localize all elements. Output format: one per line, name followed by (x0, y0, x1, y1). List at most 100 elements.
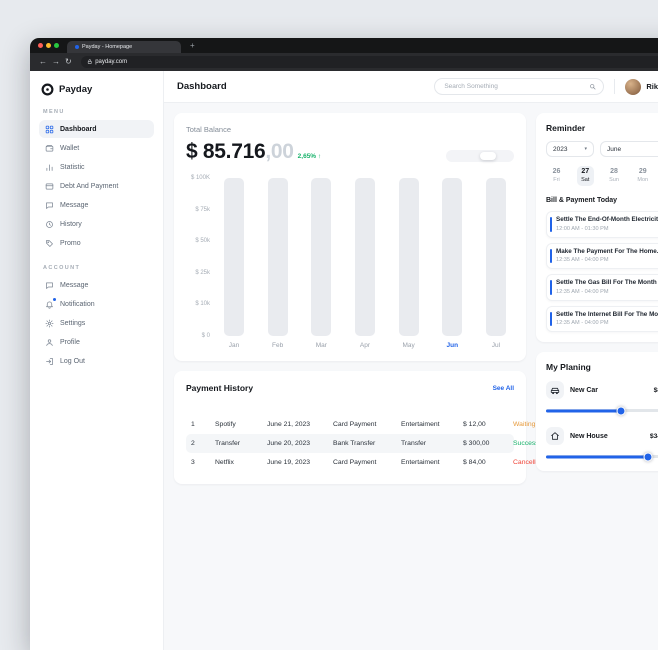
slider-fill (546, 455, 648, 458)
cell-no: 1 (191, 421, 215, 428)
cell-method: Bank Transfer (333, 440, 401, 447)
sidebar-item-debt-and-payment[interactable]: Debt And Payment (39, 177, 154, 195)
chevron-down-icon: ▾ (584, 146, 587, 152)
year-select[interactable]: 2023 ▾ (546, 141, 594, 157)
x-axis-label-jun: Jun (442, 342, 462, 349)
y-axis-tick: $ 75k (195, 207, 210, 213)
wallet-icon (45, 144, 54, 153)
sidebar-item-dashboard[interactable]: Dashboard (39, 120, 154, 138)
bar-column-may[interactable] (399, 178, 419, 336)
slider-fill (546, 409, 621, 412)
bar-column-mar[interactable] (311, 178, 331, 336)
tag-icon (45, 239, 54, 248)
bill-accent-bar (550, 312, 552, 327)
bar-column-apr[interactable] (355, 178, 375, 336)
sidebar-item-profile[interactable]: Profile (39, 333, 154, 351)
reload-icon[interactable]: ↻ (65, 58, 72, 66)
cell-method: Card Payment (333, 459, 401, 466)
range-option-yearly[interactable] (496, 152, 512, 160)
cell-amount: $ 84,00 (463, 459, 513, 466)
balance-change-badge: 2,65% ↑ (298, 153, 322, 160)
stats-icon (45, 163, 54, 172)
bill-item[interactable]: Settle The Gas Bill For The Month 12:35 … (546, 274, 658, 301)
browser-window: Payday - Homepage + ← → ↻ payday.com ☆ P… (30, 38, 658, 650)
forward-icon[interactable]: → (52, 58, 60, 66)
sidebar-item-history[interactable]: History (39, 215, 154, 233)
y-axis: $ 100K$ 75k$ 50k$ 25k$ 10k$ 0 (186, 178, 216, 336)
sidebar-item-log-out[interactable]: Log Out (39, 352, 154, 370)
app-logo-text: Payday (59, 84, 92, 95)
zoom-window-button[interactable] (54, 43, 59, 48)
back-icon[interactable]: ← (39, 58, 47, 66)
y-axis-tick: $ 100K (191, 175, 210, 181)
month-select-value: June (607, 146, 621, 153)
user-name[interactable]: Rik (646, 82, 658, 91)
balance-amount-main: $ 85.716 (186, 140, 265, 164)
balance-bar-chart: $ 100K$ 75k$ 50k$ 25k$ 10k$ 0 JanFebMarA… (186, 178, 514, 349)
new-tab-button[interactable]: + (190, 42, 195, 50)
progress-slider[interactable] (546, 406, 658, 415)
search-icon[interactable] (589, 83, 596, 90)
cell-status: Success (513, 440, 539, 447)
close-window-button[interactable] (38, 43, 43, 48)
sidebar-item-notification[interactable]: Notification (39, 295, 154, 313)
url-bar[interactable]: payday.com (81, 56, 658, 68)
grid-icon (45, 125, 54, 134)
divider (614, 79, 615, 94)
sidebar-item-promo[interactable]: Promo (39, 234, 154, 252)
balance-amount-cents: ,00 (265, 140, 293, 164)
bar-column-feb[interactable] (268, 178, 288, 336)
sidebar-item-message[interactable]: Message (39, 196, 154, 214)
calendar-day-26[interactable]: 26 Fri (548, 166, 565, 186)
sidebar-item-statistic[interactable]: Statistic (39, 158, 154, 176)
progress-slider[interactable] (546, 452, 658, 461)
bar-column-jan[interactable] (224, 178, 244, 336)
tab-title: Payday - Homepage (82, 44, 132, 50)
slider-knob[interactable] (616, 406, 625, 415)
calendar-day-28[interactable]: 28 Sun (606, 166, 623, 186)
cell-type: Entertaiment (401, 421, 463, 428)
sidebar-item-message[interactable]: Message (39, 276, 154, 294)
sidebar-section-menu-label: MENU (43, 109, 150, 115)
range-option-weekly[interactable] (464, 152, 480, 160)
payday-logo-icon (41, 83, 54, 96)
bill-item[interactable]: Settle The Internet Bill For The Month 1… (546, 306, 658, 333)
bill-item[interactable]: Settle The End-Of-Month Electricity B.. … (546, 211, 658, 238)
table-row-transfer[interactable]: 2 Transfer June 20, 2023 Bank Transfer T… (186, 434, 514, 453)
sidebar-item-settings[interactable]: Settings (39, 314, 154, 332)
bar-column-jul[interactable] (486, 178, 506, 336)
search-input[interactable] (442, 82, 585, 91)
minimize-window-button[interactable] (46, 43, 51, 48)
bill-item[interactable]: Make The Payment For The Home... 12:35 A… (546, 243, 658, 270)
calendar-day-27[interactable]: 27 Sat (577, 166, 594, 186)
planing-item-name: New House (570, 433, 608, 440)
see-all-link[interactable]: See All (493, 385, 514, 392)
slider-knob[interactable] (644, 452, 653, 461)
browser-tab[interactable]: Payday - Homepage (67, 41, 181, 53)
sidebar-item-wallet[interactable]: Wallet (39, 139, 154, 157)
reminder-card: Reminder 2023 ▾ June ▾ (536, 113, 658, 342)
reminder-title: Reminder (546, 123, 658, 133)
range-option-monthly[interactable] (480, 152, 496, 160)
user-avatar[interactable] (625, 79, 641, 95)
table-row-netflix[interactable]: 3 Netflix June 19, 2023 Card Payment Ent… (186, 453, 514, 472)
chat-icon (45, 281, 54, 290)
range-option-daily[interactable] (448, 152, 464, 160)
total-balance-card: Total Balance $ 85.716 ,00 2,65% ↑ (174, 113, 526, 361)
my-planing-card: My Planing New Car $8.000/... (536, 352, 658, 471)
cell-type: Entertaiment (401, 459, 463, 466)
bar-track (268, 178, 288, 336)
gear-icon (45, 319, 54, 328)
url-text: payday.com (95, 59, 127, 65)
cell-method: Card Payment (333, 421, 401, 428)
y-axis-tick: $ 10k (195, 301, 210, 307)
calendar-day-29[interactable]: 29 Mon (634, 166, 651, 186)
cell-name: Netflix (215, 459, 267, 466)
top-bar: Dashboard Rik (164, 71, 658, 103)
window-controls (38, 43, 59, 48)
cell-amount: $ 300,00 (463, 440, 513, 447)
month-select[interactable]: June ▾ (600, 141, 658, 157)
cell-name: Spotify (215, 421, 267, 428)
table-row-spotify[interactable]: 1 Spotify June 21, 2023 Card Payment Ent… (186, 415, 514, 434)
bar-column-jun[interactable] (442, 178, 462, 336)
